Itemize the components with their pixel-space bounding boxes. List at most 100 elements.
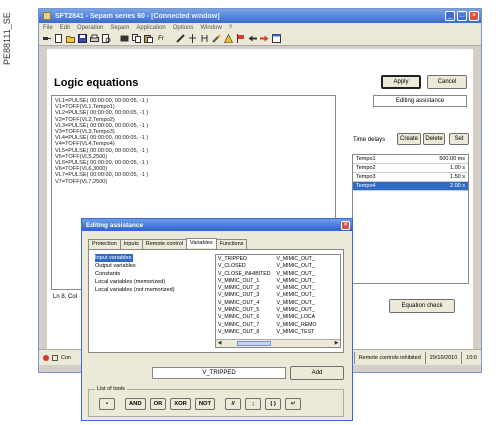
list-item[interactable]: V_MIMIC_OUT_ <box>276 285 316 292</box>
open-icon[interactable] <box>65 34 75 44</box>
list-item[interactable]: V_CLOSED <box>218 263 270 270</box>
menu-help[interactable]: ? <box>229 25 232 31</box>
equation-check-button[interactable]: Equation check <box>389 299 455 313</box>
copy-icon[interactable] <box>131 34 141 44</box>
apply-button[interactable]: Apply <box>381 75 421 89</box>
tab-functions[interactable]: Functions <box>215 239 248 249</box>
menu-operation[interactable]: Operation <box>77 25 103 31</box>
arrow-right-icon[interactable] <box>259 34 269 44</box>
list-item[interactable]: V_MIMIC_OUT_5 <box>218 307 270 314</box>
arrow-left-icon[interactable] <box>247 34 257 44</box>
horizontal-scrollbar[interactable]: ◀ ▶ <box>216 339 340 347</box>
tab-remote-control[interactable]: Remote control <box>141 239 188 249</box>
window-icon[interactable] <box>271 34 281 44</box>
list-item[interactable]: V_MIMIC_OUT_8 <box>218 329 270 336</box>
paste-icon[interactable] <box>143 34 153 44</box>
list-item[interactable]: V_MIMIC_OUT_ <box>276 292 316 299</box>
list-item[interactable]: V_MIMIC_OUT_1 <box>218 278 270 285</box>
minimize-button[interactable]: _ <box>445 11 455 21</box>
tab-variables[interactable]: Variables <box>186 238 217 248</box>
list-item[interactable]: V_MIMIC_OUT_6 <box>218 314 270 321</box>
list-item[interactable]: V_MIMIC_OUT_2 <box>218 285 270 292</box>
list-item[interactable]: Local variables (not memorized) <box>93 286 199 294</box>
menu-window[interactable]: Window <box>200 25 221 31</box>
cancel-button[interactable]: Cancel <box>427 75 467 89</box>
dialog-tabs: Protection Inputs Remote control Variabl… <box>88 238 248 249</box>
maximize-button[interactable]: □ <box>457 11 467 21</box>
delete-button[interactable]: Delete <box>423 133 445 145</box>
connection-icon <box>52 354 58 361</box>
flag-icon[interactable] <box>235 34 245 44</box>
tool-bullet-button[interactable]: • <box>99 398 115 410</box>
tool-not-button[interactable]: NOT <box>194 398 216 410</box>
variable-list: V_TRIPPED V_CLOSED V_CLOSE_INHIBITED V_M… <box>215 254 341 348</box>
list-item[interactable]: V_MIMIC_OUT_3 <box>218 292 270 299</box>
list-item[interactable]: V_MIMIC_OUT_ <box>276 271 316 278</box>
tool-or-button[interactable]: OR <box>149 398 167 410</box>
tool-xor-button[interactable]: XOR <box>170 398 191 410</box>
list-item[interactable]: V_CLOSE_INHIBITED <box>218 271 270 278</box>
new-icon[interactable] <box>53 34 63 44</box>
scroll-left-icon[interactable]: ◀ <box>216 340 223 347</box>
list-item[interactable]: V_MIMIC_OUT_ <box>276 278 316 285</box>
tool-parentheses-button[interactable]: ( ) <box>265 398 282 410</box>
set-button[interactable]: Set <box>449 133 469 145</box>
status-time: 10:0 <box>461 351 481 364</box>
selected-variable-field[interactable]: V_TRIPPED <box>152 367 286 379</box>
tab-protection[interactable]: Protection <box>88 239 121 249</box>
list-item[interactable]: V_MIMIC_OUT_ <box>276 307 316 314</box>
add-button[interactable]: Add <box>290 366 344 380</box>
list-item[interactable]: V_MIMIC_OUT_7 <box>218 322 270 329</box>
create-button[interactable]: Create <box>397 133 421 145</box>
print-icon[interactable] <box>89 34 99 44</box>
editing-assistance-dialog: Editing assistance × Protection Inputs R… <box>81 218 353 421</box>
list-item[interactable]: V_MIMIC_REMO <box>276 322 316 329</box>
tree-icon[interactable] <box>187 34 197 44</box>
list-item[interactable]: V_TRIPPED <box>218 256 270 263</box>
list-item[interactable]: V_MIMIC_OUT_ <box>276 256 316 263</box>
editing-assistance-button[interactable]: Editing assistance <box>373 95 467 107</box>
list-item[interactable]: V_MIMIC_TEST <box>276 329 316 336</box>
variable-category-list: Input variables Output variables Constan… <box>93 254 199 294</box>
fork-icon[interactable] <box>199 34 209 44</box>
plug-icon[interactable] <box>41 34 51 44</box>
tool-newline-button[interactable]: ↵ <box>285 398 302 410</box>
list-item[interactable]: Output variables <box>93 262 199 270</box>
variable-column-2: V_MIMIC_OUT_ V_MIMIC_OUT_ V_MIMIC_OUT_ V… <box>276 256 316 336</box>
menu-edit[interactable]: Edit <box>60 25 70 31</box>
pen-icon[interactable] <box>175 34 185 44</box>
menu-options[interactable]: Options <box>173 25 194 31</box>
warning-icon[interactable] <box>223 34 233 44</box>
list-item[interactable]: V_MIMIC_OUT_ <box>276 300 316 307</box>
list-item[interactable]: Tempo2 1.00 s <box>353 164 468 173</box>
tool-and-button[interactable]: AND <box>125 398 146 410</box>
list-item[interactable]: V_MIMIC_OUT_ <box>276 263 316 270</box>
close-button[interactable]: × <box>469 11 479 21</box>
list-item[interactable]: Tempo3 1.50 s <box>353 173 468 182</box>
dialog-close-button[interactable]: × <box>341 220 350 230</box>
list-item[interactable]: Tempo1 500.00 ms <box>353 155 468 164</box>
delay-value: 500.00 ms <box>439 156 465 162</box>
menu-application[interactable]: Application <box>136 25 165 31</box>
list-item[interactable]: V_MIMIC_LOCA <box>276 314 316 321</box>
list-item[interactable]: V_MIMIC_OUT_4 <box>218 300 270 307</box>
tool-semicolon-button[interactable]: ; <box>245 398 262 410</box>
list-item[interactable]: Constants <box>93 270 199 278</box>
cut-icon[interactable] <box>119 34 129 44</box>
scroll-thumb[interactable] <box>237 341 271 346</box>
menu-sepam[interactable]: Sepam <box>110 25 129 31</box>
list-item-selected[interactable]: Tempo4 2.00 s <box>353 182 468 191</box>
list-item[interactable]: Local variables (memorized) <box>93 278 199 286</box>
menu-file[interactable]: File <box>43 25 53 31</box>
print-preview-icon[interactable] <box>101 34 111 44</box>
figure-code: PE88111_SE <box>2 12 12 66</box>
save-icon[interactable] <box>77 34 87 44</box>
tab-inputs[interactable]: Inputs <box>119 239 143 249</box>
scroll-right-icon[interactable]: ▶ <box>333 340 340 347</box>
wrench-icon[interactable] <box>211 34 221 44</box>
fr-icon[interactable]: Fr <box>155 34 167 44</box>
tool-comment-button[interactable]: // <box>225 398 242 410</box>
cursor-position: Ln 8, Col <box>53 294 78 300</box>
list-item[interactable]: Input variables <box>93 254 199 262</box>
category-input-variables[interactable]: Input variables <box>95 254 134 262</box>
